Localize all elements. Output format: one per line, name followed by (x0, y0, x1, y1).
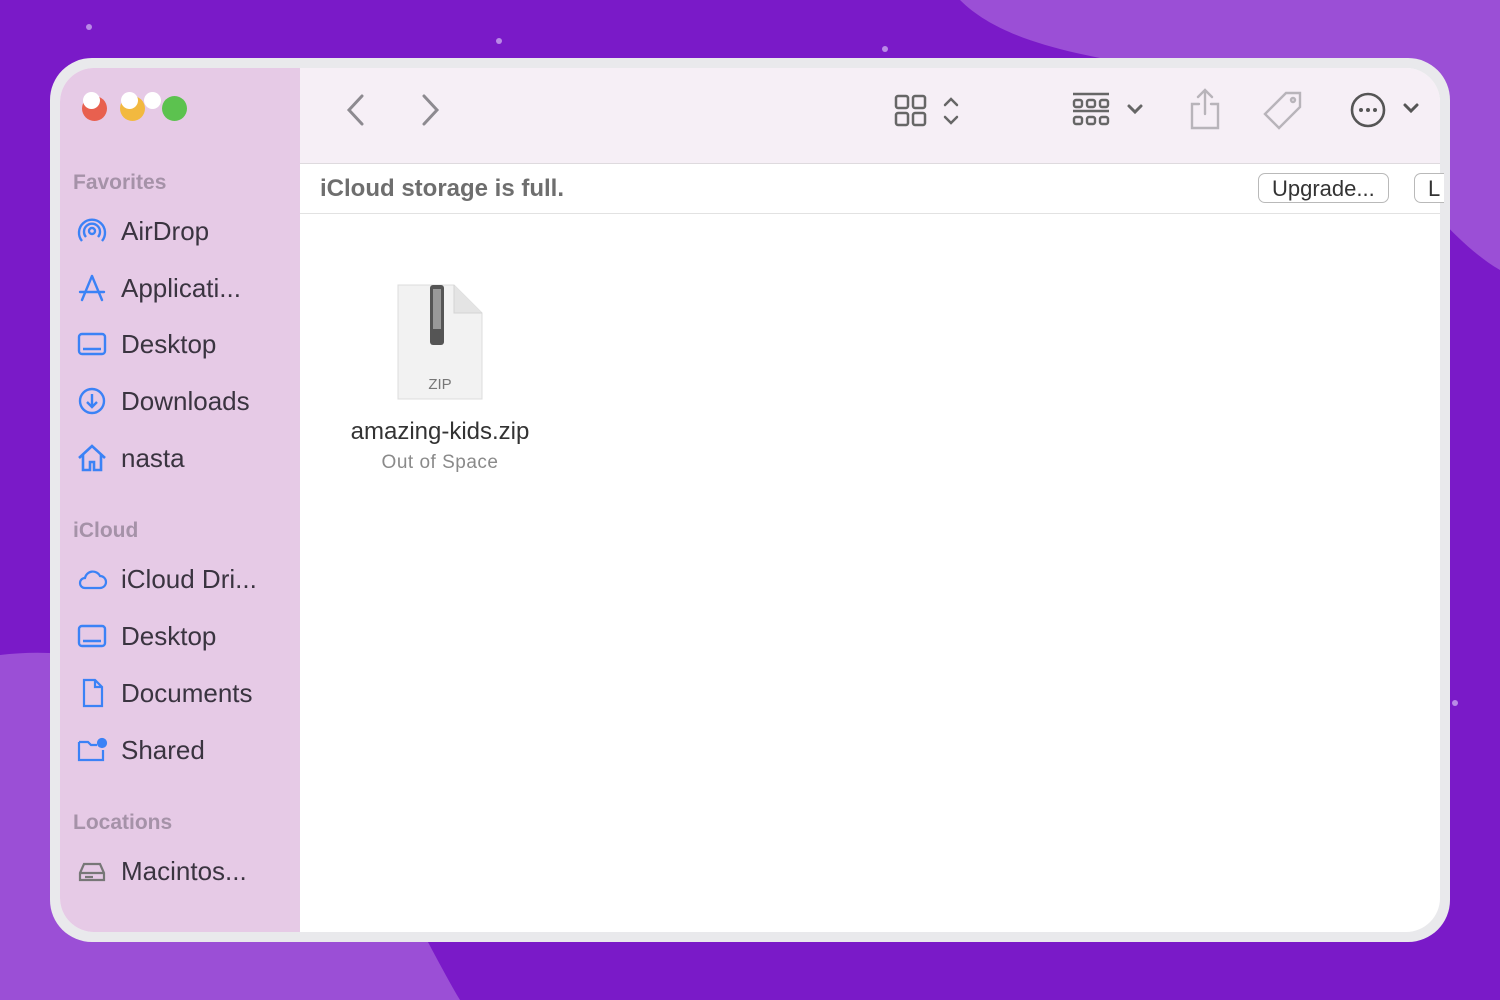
sidebar-item-label: iCloud Dri... (121, 563, 257, 594)
shared-folder-icon (77, 737, 108, 762)
sidebar-item-label: Desktop (121, 620, 217, 651)
sidebar-item-icloud-drive[interactable]: iCloud Dri... (76, 559, 257, 599)
sidebar-item-label: Downloads (121, 385, 250, 416)
sidebar-item-label: Shared (121, 734, 205, 765)
zip-file-icon: ZIP (397, 284, 483, 400)
forward-button[interactable] (418, 93, 442, 127)
sidebar-item-shared[interactable]: Shared (76, 730, 205, 770)
cloud-icon (78, 570, 108, 590)
section-locations: Locations (73, 811, 173, 834)
airdrop-icon (77, 218, 107, 242)
sidebar-item-label: Desktop (121, 328, 217, 359)
icloud-storage-banner: iCloud storage is full. Upgrade... L (300, 164, 1444, 214)
upgrade-button[interactable]: Upgrade... (1258, 173, 1389, 203)
finder-window: Favorites AirDrop Applicati... Desktop D… (50, 58, 1450, 942)
sidebar-item-label: Applicati... (121, 272, 241, 303)
sidebar-item-label: AirDrop (121, 215, 210, 246)
decor-dot (496, 38, 502, 44)
sidebar-item-documents[interactable]: Documents (76, 673, 253, 713)
sidebar-item-airdrop[interactable]: AirDrop (76, 211, 209, 251)
sidebar-item-label: Macintos... (121, 855, 247, 886)
downloads-icon (78, 387, 106, 415)
group-by-button[interactable] (1072, 92, 1148, 128)
file-name: amazing-kids.zip (350, 418, 530, 445)
disk-icon (78, 862, 106, 882)
banner-message: iCloud storage is full. (320, 175, 565, 202)
sidebar: Favorites AirDrop Applicati... Desktop D… (60, 68, 300, 932)
file-item[interactable]: ZIP amazing-kids.zip Out of Space (330, 283, 550, 474)
view-grid-button[interactable] (894, 94, 966, 128)
close-button[interactable] (82, 92, 107, 121)
toolbar (300, 68, 1440, 164)
sidebar-item-desktop[interactable]: Desktop (76, 324, 216, 364)
document-icon (82, 678, 104, 708)
button-highlight (144, 92, 161, 109)
sidebar-item-applications[interactable]: Applicati... (76, 268, 241, 308)
desktop-icon (77, 624, 107, 648)
section-favorites: Favorites (73, 171, 167, 194)
sidebar-item-label: Documents (121, 677, 253, 708)
sidebar-item-downloads[interactable]: Downloads (76, 381, 250, 421)
sidebar-item-home[interactable]: nasta (76, 438, 185, 478)
decor-dot (86, 24, 92, 30)
decor-dot (1452, 700, 1458, 706)
decor-dot (882, 46, 888, 52)
secondary-banner-button[interactable]: L (1414, 173, 1444, 203)
applications-icon (78, 274, 106, 302)
section-icloud: iCloud (73, 519, 139, 542)
share-button[interactable] (1188, 88, 1222, 130)
zoom-button[interactable] (162, 96, 187, 121)
home-icon (78, 444, 106, 472)
sidebar-item-macintosh[interactable]: Macintos... (76, 851, 247, 891)
desktop-icon (77, 332, 107, 356)
more-actions-button[interactable] (1348, 90, 1420, 130)
tag-button[interactable] (1262, 90, 1304, 132)
file-type-label: ZIP (428, 376, 451, 393)
sidebar-item-label: nasta (121, 442, 185, 473)
minimize-button[interactable] (120, 92, 145, 121)
file-status: Out of Space (381, 452, 499, 473)
sidebar-item-icloud-desktop[interactable]: Desktop (76, 616, 216, 656)
back-button[interactable] (344, 93, 368, 127)
